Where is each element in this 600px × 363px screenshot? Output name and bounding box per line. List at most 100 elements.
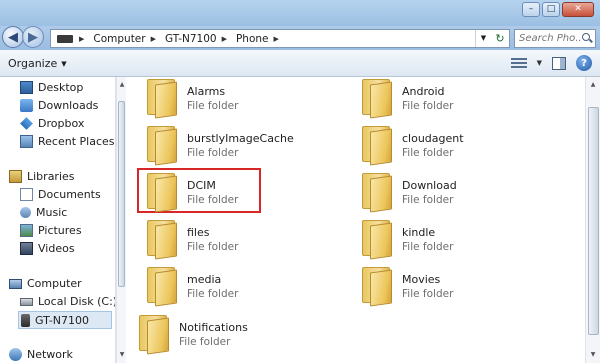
folder-type: File folder	[187, 241, 239, 253]
folder-tile-text: Alarms File folder	[187, 85, 238, 113]
videos-icon	[20, 242, 33, 255]
address-history-dropdown[interactable]: ▼	[475, 30, 491, 47]
content-scroll-thumb[interactable]	[588, 107, 599, 335]
hard-disk-icon	[20, 297, 33, 306]
folder-name: Alarms	[187, 85, 226, 98]
folder-type: File folder	[187, 100, 239, 112]
folder-tile-files[interactable]: files File folder	[145, 220, 239, 260]
search-icon[interactable]	[581, 32, 593, 45]
content-scrollbar[interactable]: ▲ ▼	[585, 77, 600, 363]
command-bar: Organize ▼ ▼ ?	[0, 50, 600, 77]
folder-icon	[360, 173, 392, 213]
breadcrumb-phone[interactable]: Phone	[233, 33, 272, 45]
sidebar-item-label: Music	[36, 206, 68, 219]
sidebar-item-dropbox[interactable]: Dropbox	[20, 117, 84, 130]
refresh-icon[interactable]: ↻	[491, 32, 509, 45]
sidebar-item-label: Videos	[38, 242, 75, 255]
sidebar-item-label: Recent Places	[38, 135, 115, 148]
sidebar-item-documents[interactable]: Documents	[20, 188, 101, 201]
breadcrumb-computer[interactable]: Computer	[90, 33, 148, 45]
scroll-up-icon[interactable]: ▲	[589, 81, 597, 91]
folder-icon	[360, 220, 392, 260]
folder-icon	[360, 267, 392, 307]
window-controls: – □ ✕	[522, 2, 594, 17]
dropbox-icon	[20, 117, 33, 130]
minimize-button[interactable]: –	[522, 2, 540, 17]
sidebar-scrollbar[interactable]: ▲ ▼	[116, 77, 126, 363]
sidebar-item-computer[interactable]: Computer	[9, 277, 82, 290]
folder-tile-dcim[interactable]: DCIM File folder	[145, 173, 239, 213]
title-bar: – □ ✕	[0, 0, 600, 26]
folder-type: File folder	[187, 194, 239, 206]
device-icon	[57, 34, 73, 43]
sidebar-scroll-thumb[interactable]	[118, 101, 125, 287]
sidebar-item-pictures[interactable]: Pictures	[20, 224, 82, 237]
folder-icon	[145, 267, 177, 307]
scroll-down-icon[interactable]: ▼	[118, 351, 126, 361]
scroll-down-icon[interactable]: ▼	[589, 351, 597, 361]
sidebar-item-videos[interactable]: Videos	[20, 242, 75, 255]
folder-tile-android[interactable]: Android File folder	[360, 79, 453, 119]
crumb-separator-icon[interactable]: ▶	[151, 35, 156, 43]
crumb-separator-icon[interactable]: ▶	[222, 35, 227, 43]
maximize-button[interactable]: □	[542, 2, 560, 17]
breadcrumb-gt-n7100[interactable]: GT-N7100	[162, 33, 220, 45]
organize-button[interactable]: Organize ▼	[8, 57, 67, 70]
preview-pane-icon[interactable]	[552, 56, 566, 70]
sidebar-item-label: Computer	[27, 277, 82, 290]
chevron-down-icon: ▼	[61, 59, 67, 68]
folder-name: Download	[402, 179, 457, 192]
crumb-separator-icon: ▶	[79, 34, 85, 43]
folder-tile-notifications[interactable]: Notifications File folder	[137, 315, 248, 355]
desktop-icon	[20, 81, 33, 94]
folder-name: burstlyImageCache	[187, 132, 294, 145]
sidebar-item-local-disk[interactable]: Local Disk (C:)	[20, 295, 115, 308]
folder-tile-alarms[interactable]: Alarms File folder	[145, 79, 238, 119]
folder-type: File folder	[402, 241, 454, 253]
sidebar-item-desktop[interactable]: Desktop	[20, 81, 83, 94]
downloads-icon	[20, 99, 33, 112]
view-options-dropdown[interactable]: ▼	[537, 59, 542, 67]
computer-icon	[9, 278, 22, 289]
address-bar[interactable]: ▶ Computer ▶ GT-N7100 ▶ Phone ▶ ▼ ↻	[50, 29, 510, 48]
sidebar-item-network[interactable]: Network	[9, 348, 73, 361]
crumb-separator-icon[interactable]: ▶	[273, 35, 278, 43]
search-input[interactable]	[519, 33, 581, 44]
folder-tile-text: cloudagent File folder	[402, 132, 464, 160]
folder-type: File folder	[402, 194, 454, 206]
folder-icon	[360, 79, 392, 119]
view-controls: ▼ ?	[510, 55, 592, 71]
change-view-icon[interactable]	[510, 57, 527, 70]
forward-button[interactable]: ▶	[22, 26, 44, 48]
sidebar-item-music[interactable]: Music	[20, 206, 67, 219]
back-button[interactable]: ◀	[2, 26, 24, 48]
folder-name: Notifications	[179, 321, 248, 334]
folder-tile-text: media File folder	[187, 273, 238, 301]
search-box[interactable]	[514, 29, 596, 48]
sidebar-item-libraries[interactable]: Libraries	[9, 170, 75, 183]
folder-tile-cloudagent[interactable]: cloudagent File folder	[360, 126, 464, 166]
folder-name: DCIM	[187, 179, 216, 192]
folder-tile-text: burstlyImageCache File folder	[187, 132, 294, 160]
recent-places-icon	[20, 135, 33, 148]
sidebar-item-downloads[interactable]: Downloads	[20, 99, 98, 112]
sidebar-item-gt-n7100[interactable]: GT-N7100	[18, 311, 112, 329]
music-icon	[20, 207, 31, 218]
close-button[interactable]: ✕	[562, 2, 594, 17]
folder-tile-burstlyimagecache[interactable]: burstlyImageCache File folder	[145, 126, 294, 166]
folder-type: File folder	[402, 100, 454, 112]
folder-icon	[137, 315, 169, 355]
folder-tile-download[interactable]: Download File folder	[360, 173, 457, 213]
sidebar-item-label: Downloads	[38, 99, 99, 112]
scroll-up-icon[interactable]: ▲	[118, 81, 126, 91]
sidebar-item-label: Libraries	[27, 170, 75, 183]
organize-label: Organize	[8, 57, 58, 70]
folder-tile-media[interactable]: media File folder	[145, 267, 238, 307]
sidebar-item-recent-places[interactable]: Recent Places	[20, 135, 115, 148]
help-icon[interactable]: ?	[576, 55, 592, 71]
folder-tile-text: Android File folder	[402, 85, 453, 113]
folder-tile-movies[interactable]: Movies File folder	[360, 267, 453, 307]
folder-name: Android	[402, 85, 445, 98]
folder-tile-kindle[interactable]: kindle File folder	[360, 220, 454, 260]
sidebar-item-label: Desktop	[38, 81, 84, 94]
